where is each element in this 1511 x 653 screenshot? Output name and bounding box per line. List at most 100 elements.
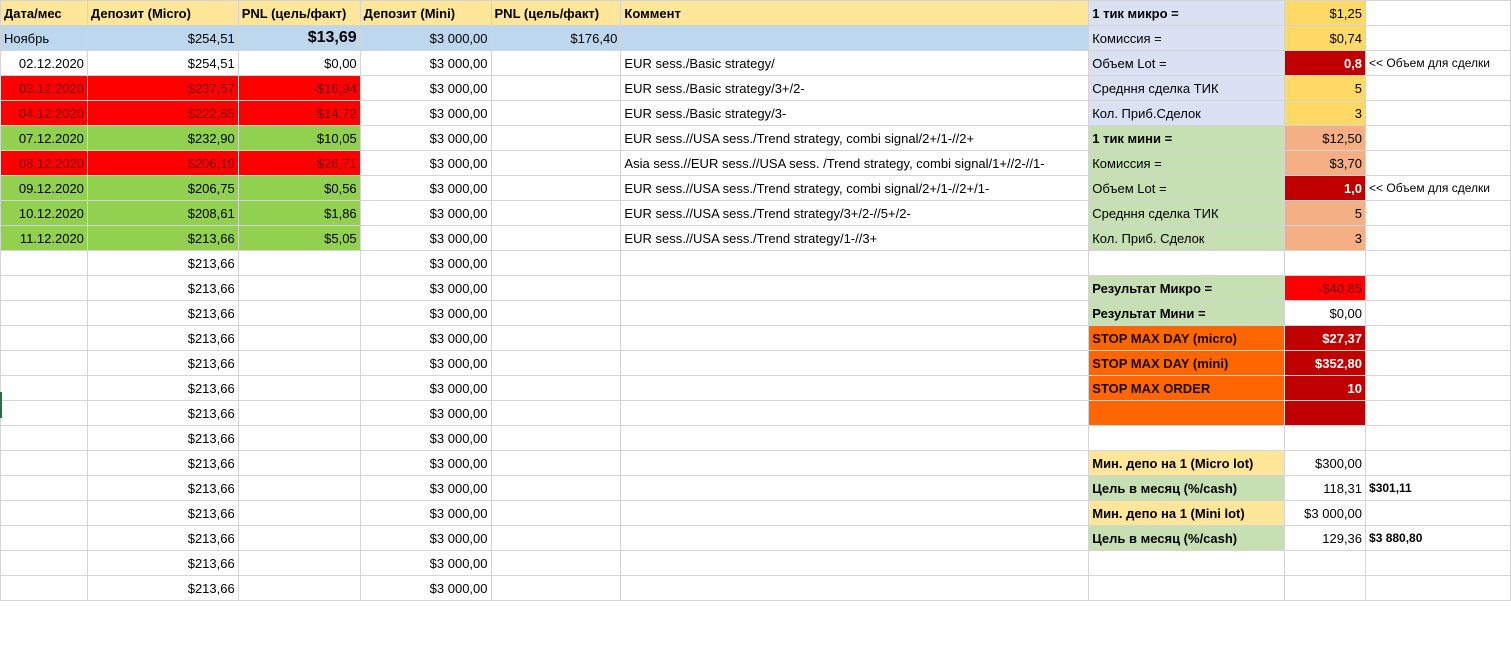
row-deposit-mini[interactable]: $3 000,00 xyxy=(359,575,492,601)
row-pnl[interactable]: -$26,71 xyxy=(237,150,361,176)
november-pnl-mini[interactable]: $176,40 xyxy=(490,25,622,51)
row-pnl[interactable] xyxy=(237,325,361,351)
row-date[interactable] xyxy=(0,375,88,401)
empty-cell[interactable] xyxy=(1365,500,1511,526)
row-pnl[interactable]: $0,00 xyxy=(237,50,361,76)
mini-cnt-label[interactable]: Кол. Приб. Сделок xyxy=(1088,225,1286,251)
row-date[interactable] xyxy=(0,250,88,276)
row-pnl-mini[interactable] xyxy=(490,525,622,551)
row-pnl[interactable] xyxy=(237,425,361,451)
result-micro-value[interactable]: -$40,85 xyxy=(1284,275,1367,301)
row-deposit-micro[interactable]: $213,66 xyxy=(86,550,239,576)
empty-cell[interactable] xyxy=(1088,425,1286,451)
row-pnl-mini[interactable] xyxy=(490,100,622,126)
row-date[interactable]: 09.12.2020 xyxy=(0,175,88,201)
row-pnl[interactable]: $0,56 xyxy=(237,175,361,201)
empty-cell[interactable] xyxy=(1365,100,1511,126)
header-date[interactable]: Дата/мес xyxy=(0,0,88,26)
row-pnl[interactable] xyxy=(237,525,361,551)
mini-cnt-value[interactable]: 3 xyxy=(1284,225,1367,251)
min-depo-mini-label[interactable]: Мин. депо на 1 (Mini lot) xyxy=(1088,500,1286,526)
goal-mini-cash[interactable]: $3 880,80 xyxy=(1365,525,1511,551)
row-deposit-mini[interactable]: $3 000,00 xyxy=(359,50,492,76)
mini-tick-value[interactable]: $12,50 xyxy=(1284,125,1367,151)
row-deposit-mini[interactable]: $3 000,00 xyxy=(359,425,492,451)
row-pnl-mini[interactable] xyxy=(490,225,622,251)
row-date[interactable]: 04.12.2020 xyxy=(0,100,88,126)
stop-order-value[interactable]: 10 xyxy=(1284,375,1367,401)
row-comment[interactable] xyxy=(620,250,1090,276)
row-date[interactable] xyxy=(0,525,88,551)
row-date[interactable] xyxy=(0,450,88,476)
micro-avg-value[interactable]: 5 xyxy=(1284,75,1367,101)
row-deposit-micro[interactable]: $213,66 xyxy=(86,275,239,301)
row-date[interactable]: 08.12.2020 xyxy=(0,150,88,176)
micro-lot-note[interactable]: << Объем для сделки xyxy=(1365,50,1511,76)
row-date[interactable] xyxy=(0,575,88,601)
row-comment[interactable]: Asia sess.//EUR sess.//USA sess. /Trend … xyxy=(620,150,1090,176)
row-comment[interactable]: EUR sess.//USA sess./Trend strategy/3+/2… xyxy=(620,200,1090,226)
row-deposit-mini[interactable]: $3 000,00 xyxy=(359,450,492,476)
micro-cnt-label[interactable]: Кол. Приб.Сделок xyxy=(1088,100,1286,126)
row-deposit-mini[interactable]: $3 000,00 xyxy=(359,475,492,501)
empty-cell[interactable] xyxy=(1365,425,1511,451)
min-depo-mini-value[interactable]: $3 000,00 xyxy=(1284,500,1367,526)
row-pnl[interactable]: $1,86 xyxy=(237,200,361,226)
row-date[interactable]: 02.12.2020 xyxy=(0,50,88,76)
row-deposit-micro[interactable]: $213,66 xyxy=(86,375,239,401)
row-deposit-micro[interactable]: $213,66 xyxy=(86,400,239,426)
row-pnl-mini[interactable] xyxy=(490,475,622,501)
row-pnl-mini[interactable] xyxy=(490,300,622,326)
november-pnl-micro[interactable]: $13,69 xyxy=(237,25,361,51)
empty-cell[interactable] xyxy=(1365,200,1511,226)
row-deposit-mini[interactable]: $3 000,00 xyxy=(359,200,492,226)
row-comment[interactable] xyxy=(620,375,1090,401)
row-deposit-micro[interactable]: $213,66 xyxy=(86,325,239,351)
row-deposit-micro[interactable]: $254,51 xyxy=(86,50,239,76)
mini-lot-value[interactable]: 1,0 xyxy=(1284,175,1367,201)
row-comment[interactable]: EUR sess.//USA sess./Trend strategy, com… xyxy=(620,125,1090,151)
empty-cell[interactable] xyxy=(1284,425,1367,451)
row-deposit-mini[interactable]: $3 000,00 xyxy=(359,175,492,201)
stop-order-label[interactable]: STOP MAX ORDER xyxy=(1088,375,1286,401)
micro-comm-value[interactable]: $0,74 xyxy=(1284,25,1367,51)
row-date[interactable] xyxy=(0,325,88,351)
row-pnl-mini[interactable] xyxy=(490,250,622,276)
mini-avg-label[interactable]: Средння сделка ТИК xyxy=(1088,200,1286,226)
goal-mini-label[interactable]: Цель в месяц (%/cash) xyxy=(1088,525,1286,551)
row-comment[interactable] xyxy=(620,525,1090,551)
min-depo-micro-label[interactable]: Мин. депо на 1 (Micro lot) xyxy=(1088,450,1286,476)
row-date[interactable] xyxy=(0,300,88,326)
empty-cell[interactable] xyxy=(1284,250,1367,276)
row-pnl-mini[interactable] xyxy=(490,150,622,176)
row-pnl-mini[interactable] xyxy=(490,325,622,351)
row-deposit-micro[interactable]: $213,66 xyxy=(86,425,239,451)
row-deposit-micro[interactable]: $208,61 xyxy=(86,200,239,226)
row-pnl-mini[interactable] xyxy=(490,200,622,226)
empty-cell[interactable] xyxy=(1365,225,1511,251)
row-deposit-micro[interactable]: $213,66 xyxy=(86,575,239,601)
row-pnl-mini[interactable] xyxy=(490,350,622,376)
goal-micro-label[interactable]: Цель в месяц (%/cash) xyxy=(1088,475,1286,501)
row-pnl[interactable]: $5,05 xyxy=(237,225,361,251)
row-date[interactable] xyxy=(0,475,88,501)
row-deposit-micro[interactable]: $213,66 xyxy=(86,500,239,526)
row-deposit-micro[interactable]: $213,66 xyxy=(86,475,239,501)
micro-avg-label[interactable]: Средння сделка ТИК xyxy=(1088,75,1286,101)
row-deposit-micro[interactable]: $237,57 xyxy=(86,75,239,101)
empty-cell[interactable] xyxy=(1365,0,1511,26)
row-comment[interactable] xyxy=(620,575,1090,601)
micro-tick-label[interactable]: 1 тик микро = xyxy=(1088,0,1286,26)
row-pnl-mini[interactable] xyxy=(490,125,622,151)
stop-mini-label[interactable]: STOP MAX DAY (mini) xyxy=(1088,350,1286,376)
empty-cell[interactable] xyxy=(1365,25,1511,51)
row-deposit-micro[interactable]: $232,90 xyxy=(86,125,239,151)
row-deposit-mini[interactable]: $3 000,00 xyxy=(359,250,492,276)
header-comment[interactable]: Коммент xyxy=(620,0,1090,26)
empty-cell[interactable] xyxy=(1365,275,1511,301)
result-mini-label[interactable]: Результат Мини = xyxy=(1088,300,1286,326)
mini-comm-value[interactable]: $3,70 xyxy=(1284,150,1367,176)
goal-micro-cash[interactable]: $301,11 xyxy=(1365,475,1511,501)
row-pnl[interactable] xyxy=(237,400,361,426)
row-deposit-micro[interactable]: $213,66 xyxy=(86,525,239,551)
